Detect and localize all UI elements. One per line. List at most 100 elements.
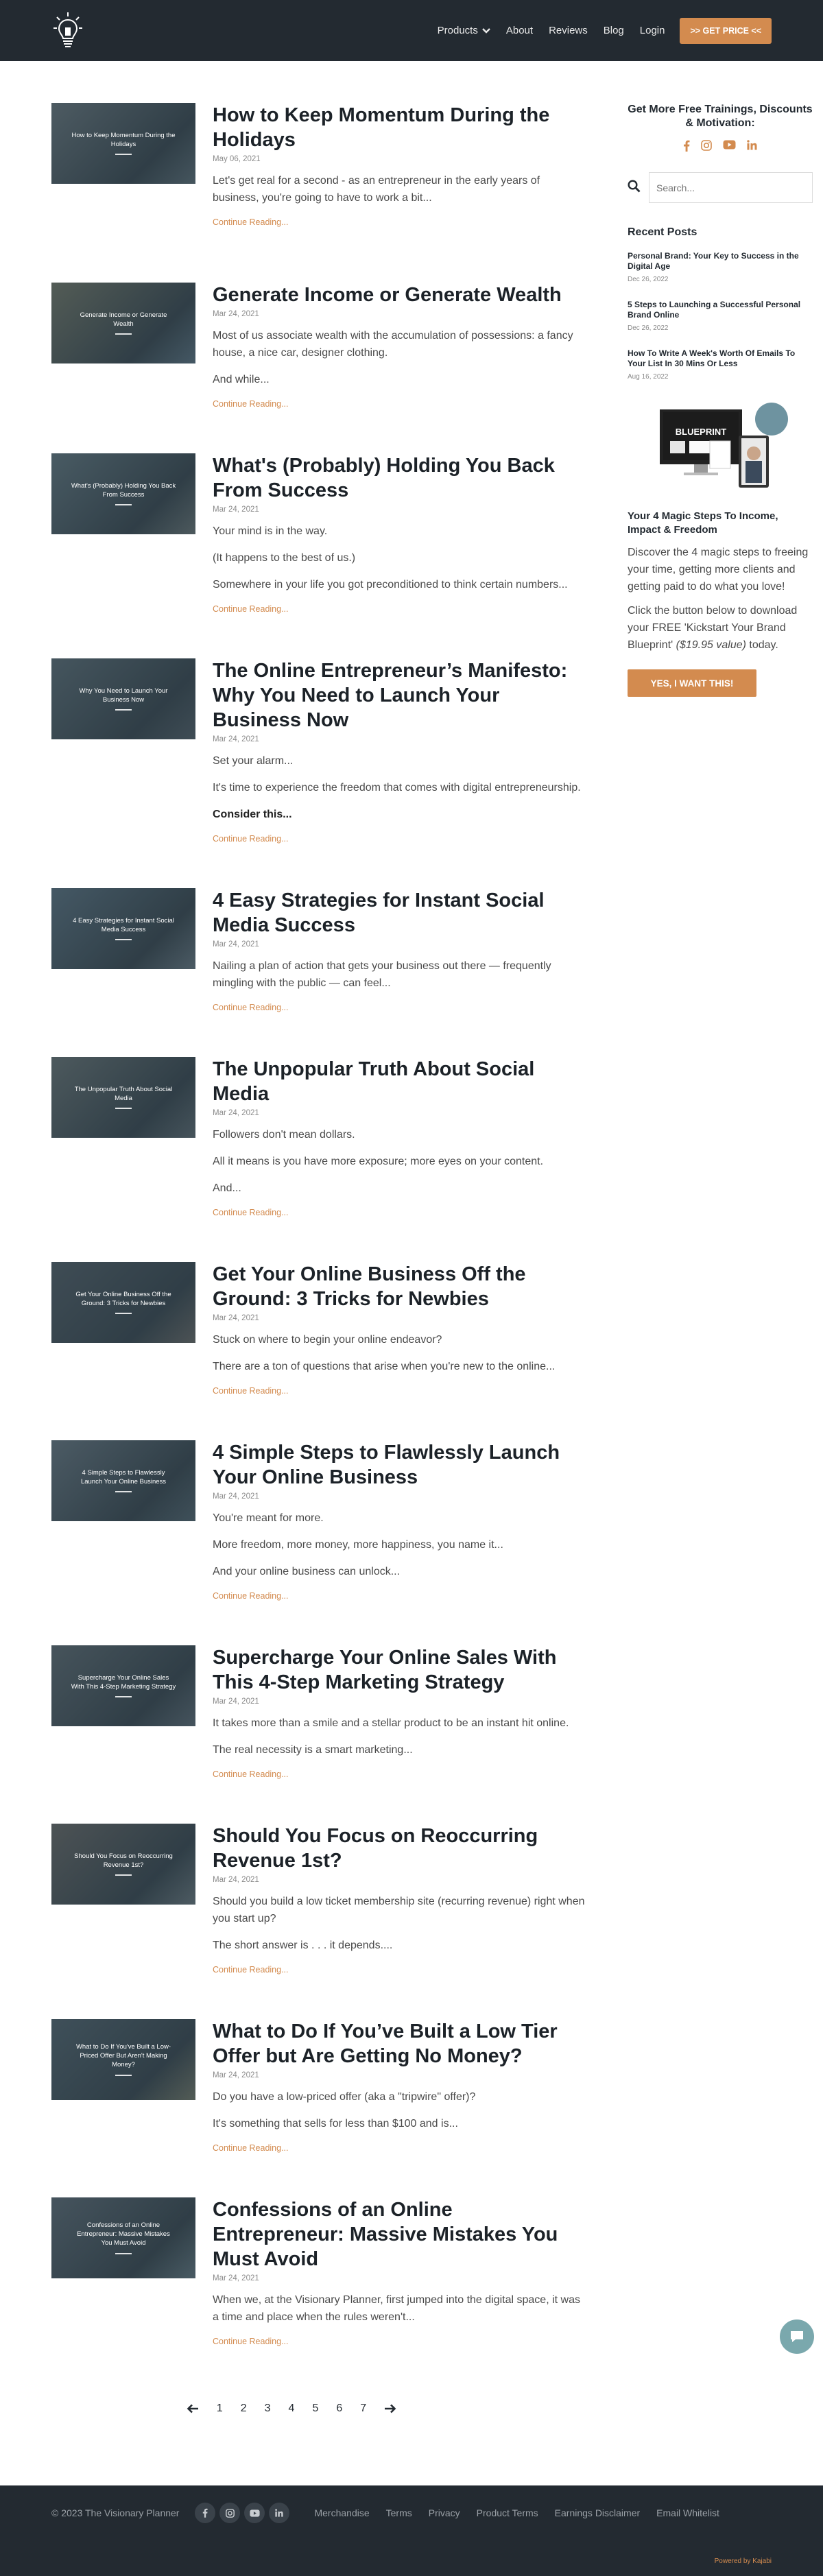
continue-reading-link[interactable]: Continue Reading... [213, 1769, 289, 1779]
linkedin-icon[interactable] [747, 140, 757, 152]
blueprint-product-image[interactable]: BLUEPRINT [656, 397, 794, 494]
blueprint-instructions-end: today. [746, 639, 778, 651]
post-thumbnail[interactable]: How to Keep Momentum During the Holidays [51, 103, 195, 184]
footer-link-terms[interactable]: Terms [386, 2507, 412, 2518]
footer-link-merchandise[interactable]: Merchandise [314, 2507, 369, 2518]
post-title-link[interactable]: Supercharge Your Online Sales With This … [213, 1645, 586, 1695]
post-thumbnail[interactable]: 4 Simple Steps to Flawlessly Launch Your… [51, 1440, 195, 1521]
recent-post-link[interactable]: 5 Steps to Launching a Successful Person… [628, 300, 813, 320]
page-number-6[interactable]: 6 [336, 2402, 342, 2415]
continue-reading-link[interactable]: Continue Reading... [213, 399, 289, 409]
nav-products[interactable]: Products [438, 25, 490, 36]
post-excerpt: Do you have a low-priced offer (aka a "t… [213, 2088, 586, 2106]
post-thumbnail[interactable]: Generate Income or Generate Wealth [51, 283, 195, 363]
post-thumbnail[interactable]: Supercharge Your Online Sales With This … [51, 1645, 195, 1726]
post-excerpt: Followers don't mean dollars. [213, 1126, 586, 1143]
post-excerpt: It takes more than a smile and a stellar… [213, 1715, 586, 1732]
facebook-icon[interactable] [195, 2503, 215, 2523]
blueprint-value: ($19.95 value) [676, 639, 746, 651]
content-area: How to Keep Momentum During the Holidays… [0, 61, 823, 2348]
facebook-icon[interactable] [683, 140, 690, 152]
post-thumbnail-caption: Supercharge Your Online Sales With This … [51, 1674, 195, 1692]
prev-page-arrow-icon[interactable] [187, 2404, 199, 2413]
post-thumbnail[interactable]: The Unpopular Truth About Social Media [51, 1057, 195, 1138]
continue-reading-link[interactable]: Continue Reading... [213, 217, 289, 227]
post-title-link[interactable]: Generate Income or Generate Wealth [213, 283, 586, 307]
recent-post-link[interactable]: Personal Brand: Your Key to Success in t… [628, 251, 813, 272]
nav-about[interactable]: About [506, 25, 533, 36]
recent-post-link[interactable]: How To Write A Week's Worth Of Emails To… [628, 348, 813, 369]
continue-reading-link[interactable]: Continue Reading... [213, 1591, 289, 1601]
post-title-link[interactable]: The Unpopular Truth About Social Media [213, 1057, 586, 1106]
footer-link-earnings-disclaimer[interactable]: Earnings Disclaimer [555, 2507, 640, 2518]
post-thumbnail-caption: 4 Easy Strategies for Instant Social Med… [51, 917, 195, 935]
page-number-5[interactable]: 5 [312, 2402, 318, 2415]
search-icon[interactable] [628, 180, 641, 196]
powered-by-kajabi[interactable]: Powered by Kajabi [715, 2557, 772, 2565]
page-number-3[interactable]: 3 [265, 2402, 271, 2415]
post-thumbnail[interactable]: Confessions of an Online Entrepreneur: M… [51, 2197, 195, 2278]
next-page-arrow-icon[interactable] [384, 2404, 396, 2413]
post-date: Mar 24, 2021 [213, 1314, 586, 1322]
post-title-link[interactable]: Should You Focus on Reoccurring Revenue … [213, 1824, 586, 1873]
continue-reading-link[interactable]: Continue Reading... [213, 1003, 289, 1012]
continue-reading-link[interactable]: Continue Reading... [213, 2337, 289, 2346]
page-number-2[interactable]: 2 [241, 2402, 247, 2415]
post-title-link[interactable]: How to Keep Momentum During the Holidays [213, 103, 586, 152]
continue-reading-link[interactable]: Continue Reading... [213, 834, 289, 844]
thumbnail-divider [115, 1696, 132, 1697]
nav-reviews[interactable]: Reviews [549, 25, 588, 36]
post-body: Supercharge Your Online Sales With This … [213, 1645, 586, 1780]
continue-reading-link[interactable]: Continue Reading... [213, 1386, 289, 1396]
post-body: Should You Focus on Reoccurring Revenue … [213, 1824, 586, 1976]
continue-reading-link[interactable]: Continue Reading... [213, 1965, 289, 1975]
blog-post: 4 Simple Steps to Flawlessly Launch Your… [51, 1440, 586, 1602]
footer-row: © 2023 The Visionary Planner Merchandise… [0, 2485, 823, 2540]
post-thumbnail-caption: The Unpopular Truth About Social Media [51, 1086, 195, 1104]
instagram-icon[interactable] [701, 140, 712, 152]
post-thumbnail[interactable]: Should You Focus on Reoccurring Revenue … [51, 1824, 195, 1905]
youtube-icon[interactable] [244, 2503, 265, 2523]
get-price-button[interactable]: >> GET PRICE << [680, 18, 772, 44]
thumbnail-divider [115, 1491, 132, 1492]
yes-i-want-this-button[interactable]: YES, I WANT THIS! [628, 669, 756, 697]
post-title-link[interactable]: 4 Easy Strategies for Instant Social Med… [213, 888, 586, 938]
post-body: Confessions of an Online Entrepreneur: M… [213, 2197, 586, 2348]
continue-reading-link[interactable]: Continue Reading... [213, 2143, 289, 2153]
recent-post-item: How To Write A Week's Worth Of Emails To… [628, 348, 813, 381]
youtube-icon[interactable] [723, 140, 736, 152]
blueprint-label: BLUEPRINT [676, 427, 726, 437]
recent-post-item: Personal Brand: Your Key to Success in t… [628, 251, 813, 283]
instagram-icon[interactable] [219, 2503, 240, 2523]
post-title-link[interactable]: 4 Simple Steps to Flawlessly Launch Your… [213, 1440, 586, 1490]
post-title-link[interactable]: What to Do If You’ve Built a Low Tier Of… [213, 2019, 586, 2068]
post-excerpt: The real necessity is a smart marketing.… [213, 1741, 586, 1758]
post-thumbnail[interactable]: What to Do If You've Built a Low-Priced … [51, 2019, 195, 2100]
post-thumbnail[interactable]: 4 Easy Strategies for Instant Social Med… [51, 888, 195, 969]
post-title-link[interactable]: What's (Probably) Holding You Back From … [213, 453, 586, 503]
page-number-1[interactable]: 1 [217, 2402, 223, 2415]
page-number-4[interactable]: 4 [289, 2402, 295, 2415]
post-thumbnail[interactable]: Get Your Online Business Off the Ground:… [51, 1262, 195, 1343]
lightbulb-logo-icon[interactable] [51, 10, 84, 52]
nav-blog[interactable]: Blog [604, 25, 624, 36]
post-date: Mar 24, 2021 [213, 2071, 586, 2079]
post-title-link[interactable]: The Online Entrepreneur’s Manifesto: Why… [213, 658, 586, 732]
post-thumbnail[interactable]: What's (Probably) Holding You Back From … [51, 453, 195, 534]
linkedin-icon[interactable] [269, 2503, 289, 2523]
post-title-link[interactable]: Get Your Online Business Off the Ground:… [213, 1262, 586, 1311]
footer-link-product-terms[interactable]: Product Terms [477, 2507, 538, 2518]
footer-link-email-whitelist[interactable]: Email Whitelist [656, 2507, 719, 2518]
thumbnail-divider [115, 1108, 132, 1109]
nav-login[interactable]: Login [640, 25, 665, 36]
post-thumbnail[interactable]: Why You Need to Launch Your Business Now [51, 658, 195, 739]
continue-reading-link[interactable]: Continue Reading... [213, 604, 289, 614]
page-number-7[interactable]: 7 [360, 2402, 366, 2415]
post-title-link[interactable]: Confessions of an Online Entrepreneur: M… [213, 2197, 586, 2271]
footer-link-privacy[interactable]: Privacy [429, 2507, 460, 2518]
main-nav: Products About Reviews Blog Login >> GET… [438, 18, 772, 44]
chat-bubble-icon[interactable] [780, 2319, 814, 2354]
continue-reading-link[interactable]: Continue Reading... [213, 1208, 289, 1217]
search-input[interactable] [649, 172, 813, 203]
blog-post: What's (Probably) Holding You Back From … [51, 453, 586, 615]
